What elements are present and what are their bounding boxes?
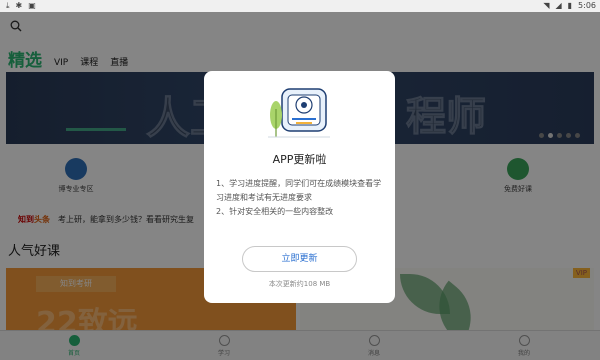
download-icon: ⤓	[6, 1, 10, 10]
status-bar: ⤓ ✱ ▣ ◥ ◢ ▮ 5:06	[0, 0, 600, 12]
update-illustration-icon	[268, 88, 330, 138]
battery-icon: ▮	[567, 1, 573, 10]
update-size-note: 本次更新约108 MB	[268, 280, 331, 288]
bug-icon: ✱	[15, 1, 23, 10]
dialog-body: 1、学习进度提醒，同学们可在成绩模块查看学习进度和考试有无进度要求 2、针对安全…	[216, 177, 386, 219]
dialog-line: 2、针对安全相关的一些内容整改	[216, 207, 334, 216]
status-time: 5:06	[578, 1, 596, 10]
dialog-line: 1、学习进度提醒，同学们可在成绩模块查看学习进度和考试有无进度要求	[216, 179, 382, 202]
signal-icon: ◢	[555, 1, 562, 10]
notification-icon: ▣	[28, 1, 36, 10]
update-now-button[interactable]: 立即更新	[242, 246, 357, 272]
update-dialog: APP更新啦 1、学习进度提醒，同学们可在成绩模块查看学习进度和考试有无进度要求…	[204, 71, 395, 303]
dialog-title: APP更新啦	[272, 153, 327, 166]
wifi-icon: ◥	[543, 1, 550, 10]
